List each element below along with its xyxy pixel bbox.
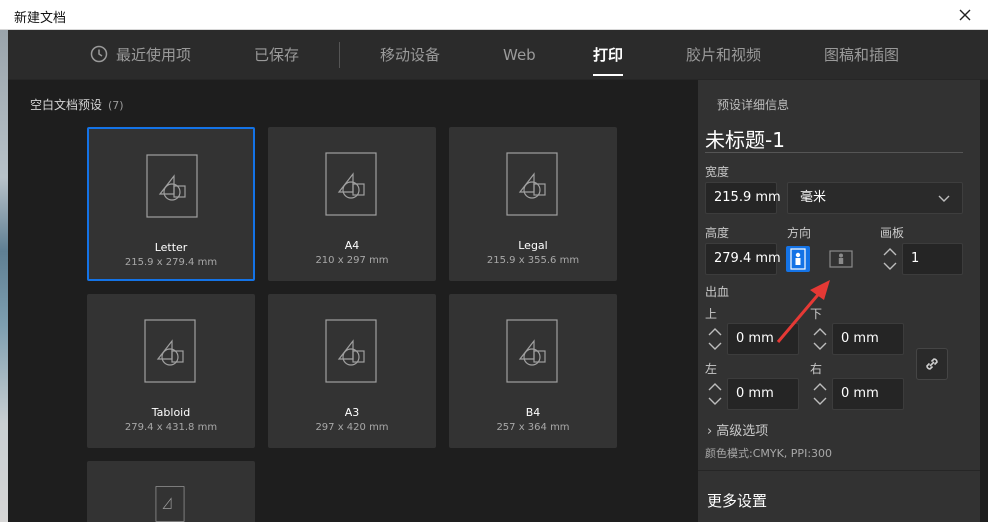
document-icon	[325, 152, 377, 216]
up-down-arrows-icon	[813, 383, 827, 405]
tab-web-label: Web	[503, 46, 536, 64]
color-mode-text: 颜色模式:CMYK, PPI:300	[705, 447, 833, 460]
tab-print[interactable]: 打印	[593, 30, 624, 80]
preset-details-panel: 预设详细信息 未标题-1 宽度 215.9 mm 毫米 高度 279.4 mm …	[698, 80, 980, 522]
artboards-input[interactable]: 1	[902, 243, 963, 275]
preset-size: 215.9 x 355.6 mm	[486, 255, 580, 266]
preset-name: Legal	[518, 239, 548, 252]
tab-divider	[339, 42, 340, 68]
clock-icon	[90, 45, 108, 63]
bleed-bottom-input[interactable]: 0 mm	[832, 323, 904, 355]
close-icon[interactable]	[954, 4, 976, 26]
window-title: 新建文档	[14, 11, 67, 26]
bleed-top-input[interactable]: 0 mm	[727, 323, 799, 355]
document-icon	[144, 319, 196, 383]
portrait-orientation-button[interactable]	[786, 246, 810, 272]
unit-select[interactable]: 毫米	[787, 182, 963, 214]
document-icon	[146, 154, 198, 218]
preset-size: 279.4 x 431.8 mm	[124, 422, 218, 433]
preset-card-legal[interactable]: Legal 215.9 x 355.6 mm	[449, 127, 617, 281]
width-label: 宽度	[705, 165, 730, 179]
landscape-icon	[829, 250, 853, 268]
presets-section-title: 空白文档预设 (7)	[30, 96, 124, 113]
height-label: 高度	[705, 226, 730, 240]
tab-web[interactable]: Web	[503, 30, 536, 80]
bleed-label: 出血	[705, 285, 730, 299]
window-titlebar: 新建文档	[0, 0, 988, 30]
preset-card-letter[interactable]: Letter 215.9 x 279.4 mm	[87, 127, 255, 281]
tab-mobile[interactable]: 移动设备	[380, 30, 440, 80]
document-icon	[506, 319, 558, 383]
preset-name: Tabloid	[151, 406, 191, 419]
category-tabs: 最近使用项 已保存 移动设备 Web 打印 胶片和视频 图稿和插图	[8, 30, 988, 80]
width-input[interactable]: 215.9 mm	[705, 182, 781, 214]
bleed-top-stepper[interactable]	[705, 323, 725, 355]
details-title: 预设详细信息	[717, 98, 790, 112]
tab-saved[interactable]: 已保存	[254, 30, 299, 80]
preset-card-a3[interactable]: A3 297 x 420 mm	[268, 294, 436, 448]
up-down-arrows-icon	[708, 383, 722, 405]
presets-title-text: 空白文档预设	[30, 98, 103, 112]
height-input[interactable]: 279.4 mm	[705, 243, 781, 275]
link-icon	[926, 358, 938, 370]
preset-size: 297 x 420 mm	[315, 422, 389, 433]
bleed-right-stepper[interactable]	[810, 378, 830, 410]
preset-name: A3	[344, 406, 360, 419]
bleed-top-label: 上	[705, 307, 718, 321]
tab-mobile-label: 移动设备	[380, 46, 441, 64]
up-down-arrows-icon	[813, 328, 827, 350]
tab-recent[interactable]: 最近使用项	[90, 30, 191, 80]
bleed-right-label: 右	[810, 362, 823, 376]
tab-film-video-label: 胶片和视频	[686, 46, 762, 64]
chevron-down-icon	[938, 195, 950, 202]
preset-card-tabloid[interactable]: Tabloid 279.4 x 431.8 mm	[87, 294, 255, 448]
bleed-left-stepper[interactable]	[705, 378, 725, 410]
tab-art-illustration[interactable]: 图稿和插图	[824, 30, 899, 80]
preset-card-partial[interactable]	[87, 461, 255, 522]
preset-size: 210 x 297 mm	[315, 255, 389, 266]
up-down-arrows-icon	[883, 248, 897, 270]
artboards-stepper[interactable]	[880, 243, 900, 275]
name-underline	[705, 152, 963, 153]
bleed-bottom-stepper[interactable]	[810, 323, 830, 355]
unit-select-value: 毫米	[800, 190, 827, 205]
preset-card-b4[interactable]: B4 257 x 364 mm	[449, 294, 617, 448]
preset-name: Letter	[154, 241, 188, 254]
presets-area: 空白文档预设 (7) Letter 215.9 x 279.4 mm A4 210…	[8, 80, 698, 522]
bleed-left-label: 左	[705, 362, 718, 376]
orientation-label: 方向	[787, 226, 812, 240]
tab-saved-label: 已保存	[254, 46, 300, 64]
link-bleed-button[interactable]	[916, 348, 948, 380]
more-settings-button[interactable]: 更多设置	[707, 490, 767, 511]
bleed-right-input[interactable]: 0 mm	[832, 378, 904, 410]
bleed-bottom-label: 下	[810, 307, 823, 321]
advanced-options-toggle[interactable]: › 高级选项	[707, 420, 768, 439]
artboards-label: 画板	[880, 226, 905, 240]
document-icon	[325, 319, 377, 383]
tab-print-label: 打印	[593, 46, 624, 64]
up-down-arrows-icon	[708, 328, 722, 350]
document-icon	[506, 152, 558, 216]
document-name-input[interactable]: 未标题-1	[705, 124, 785, 153]
preset-card-a4[interactable]: A4 210 x 297 mm	[268, 127, 436, 281]
tab-recent-label: 最近使用项	[116, 46, 192, 64]
preset-size: 215.9 x 279.4 mm	[124, 257, 218, 268]
presets-count: (7)	[108, 99, 124, 112]
divider	[698, 470, 980, 471]
bleed-left-input[interactable]: 0 mm	[727, 378, 799, 410]
advanced-options-label: 高级选项	[716, 424, 769, 439]
document-icon	[155, 486, 185, 522]
landscape-orientation-button[interactable]	[829, 246, 853, 272]
portrait-icon	[790, 248, 806, 270]
tab-film-video[interactable]: 胶片和视频	[686, 30, 761, 80]
tab-art-illustration-label: 图稿和插图	[824, 46, 900, 64]
preset-name: A4	[344, 239, 360, 252]
preset-name: B4	[525, 406, 541, 419]
desktop-background	[0, 30, 8, 522]
chevron-right-icon: ›	[707, 424, 713, 439]
preset-size: 257 x 364 mm	[496, 422, 570, 433]
